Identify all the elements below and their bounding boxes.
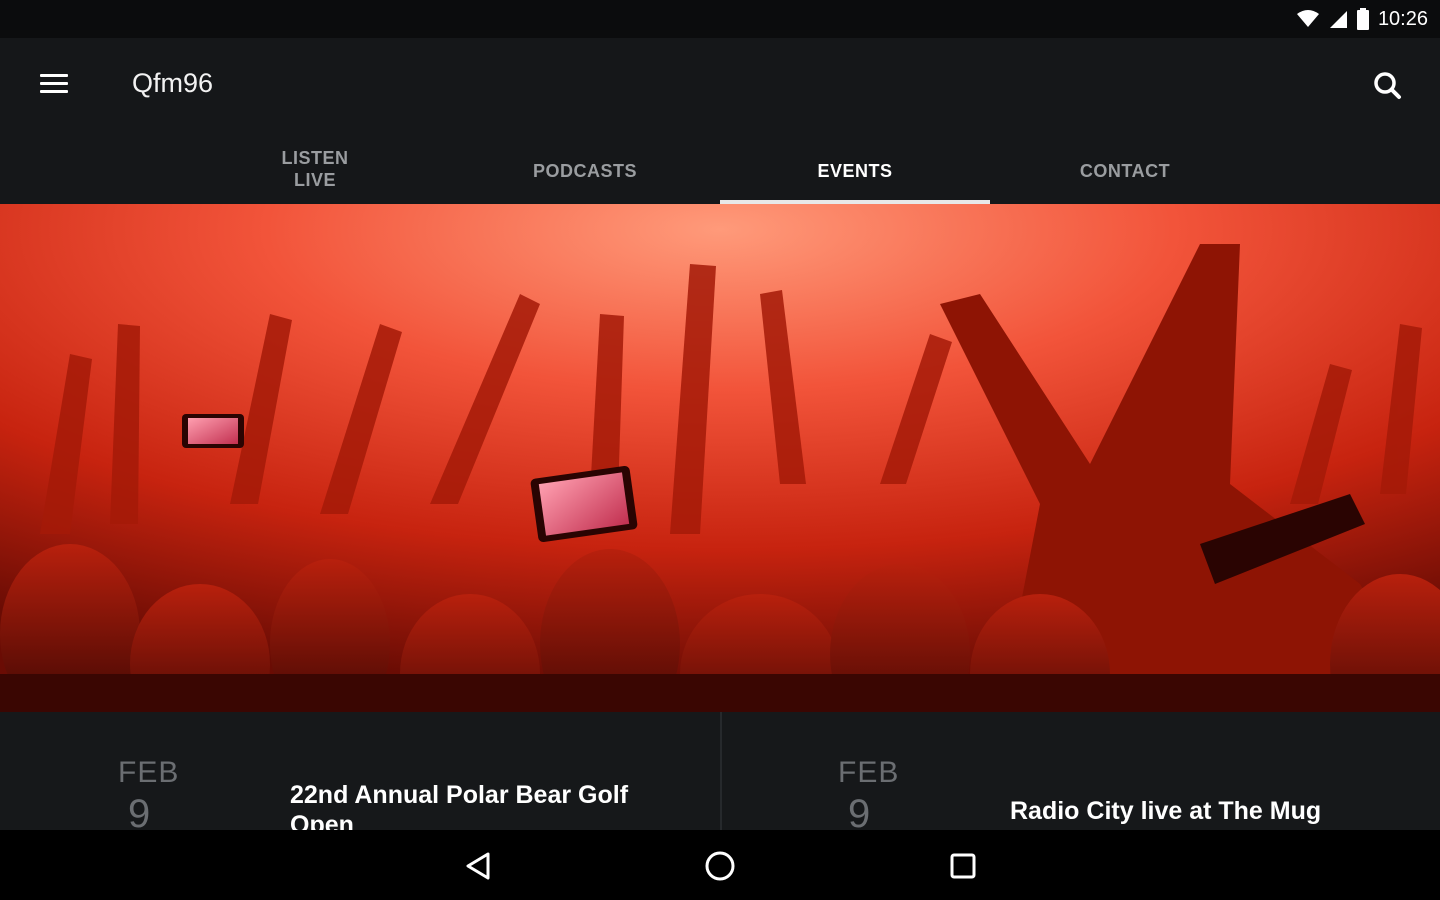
event-title: Radio City live at The Mug	[1010, 797, 1322, 825]
search-icon[interactable]	[1366, 64, 1410, 108]
app-bar: Qfm96 LISTEN LIVE PODCASTS EVENTS CONTAC…	[0, 38, 1440, 204]
system-nav-bar	[0, 830, 1440, 900]
event-day: 9	[848, 792, 871, 830]
tab-label: EVENTS	[817, 161, 893, 181]
recents-square-icon[interactable]	[933, 844, 993, 888]
signal-icon	[1329, 11, 1347, 28]
hamburger-menu-icon[interactable]	[26, 66, 82, 106]
tab-podcasts[interactable]: PODCASTS	[450, 138, 720, 204]
event-title: 22nd Annual Polar Bear Golf Open	[290, 781, 629, 830]
wifi-icon	[1296, 10, 1319, 27]
tab-events[interactable]: EVENTS	[720, 138, 990, 204]
tab-label: PODCASTS	[532, 161, 637, 181]
tab-bar: LISTEN LIVE PODCASTS EVENTS CONTACT	[180, 138, 1260, 204]
event-month: FEB	[838, 756, 900, 789]
tab-label: LISTEN LIVE	[281, 148, 349, 190]
tab-listen-live[interactable]: LISTEN LIVE	[180, 138, 450, 204]
battery-icon	[1356, 8, 1369, 30]
app-title: Qfm96	[132, 68, 214, 98]
event-card[interactable]: FEB 9 Radio City live at The Mug	[720, 712, 1440, 830]
event-card[interactable]: FEB 9 22nd Annual Polar Bear Golf Open	[0, 712, 720, 830]
event-month: FEB	[118, 756, 180, 789]
status-time: 10:26	[1377, 7, 1428, 30]
event-day: 9	[128, 792, 151, 830]
home-circle-icon[interactable]	[690, 844, 750, 888]
status-bar: 10:26	[0, 0, 1440, 38]
concert-crowd-image	[0, 204, 1440, 712]
status-icons: 10:26	[1296, 6, 1428, 32]
back-triangle-icon[interactable]	[448, 844, 508, 888]
events-list: FEB 9 22nd Annual Polar Bear Golf Open F…	[0, 712, 1440, 830]
tab-label: CONTACT	[1079, 161, 1171, 181]
tab-contact[interactable]: CONTACT	[990, 138, 1260, 204]
